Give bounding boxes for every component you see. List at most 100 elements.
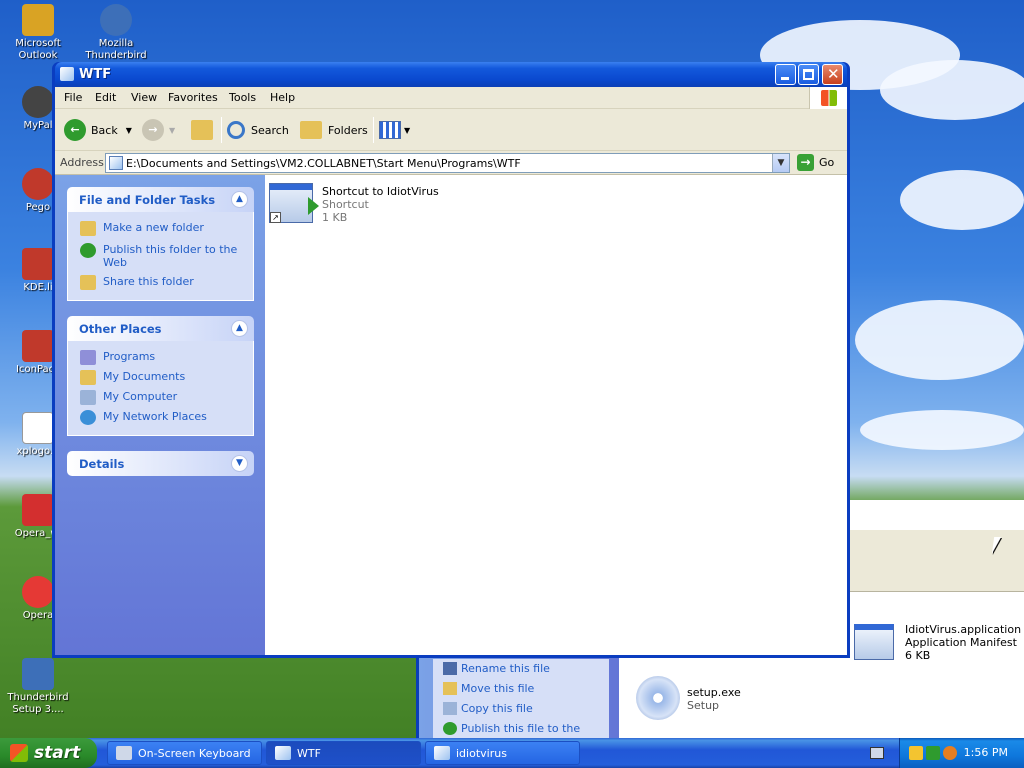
file-item-shortcut[interactable]: ↗ Shortcut to IdiotVirus Shortcut 1 KB [269, 183, 449, 229]
programs-folder-icon [80, 350, 96, 365]
iconpack-icon [22, 330, 54, 362]
collapse-chevron-icon[interactable]: ▲ [231, 191, 248, 208]
address-input[interactable]: E:\Documents and Settings\VM2.COLLABNET\… [105, 153, 790, 173]
other-places-panel: Other Places ▲ Programs My Documents My … [67, 316, 254, 436]
explorer-window[interactable]: WTF ✕ File Edit View Favorites Tools Hel… [52, 62, 850, 658]
taskbar-button-wtf[interactable]: WTF [266, 741, 421, 765]
copy-icon [443, 702, 457, 715]
address-dropdown-button[interactable]: ▼ [772, 154, 789, 172]
desktop-icon-label: KDE.li [23, 282, 53, 293]
rename-icon [443, 662, 457, 675]
desktop-icon-label: Opera [22, 610, 54, 621]
file-name: Shortcut to IdiotVirus [322, 185, 439, 198]
task-make-new-folder[interactable]: Make a new folder [80, 219, 245, 239]
panel-body: Programs My Documents My Computer My Net… [67, 341, 254, 436]
image-file-icon [22, 412, 54, 444]
menu-help[interactable]: Help [270, 91, 295, 104]
opera-installer-icon [22, 494, 54, 526]
file-list[interactable]: ↗ Shortcut to IdiotVirus Shortcut 1 KB [265, 175, 847, 655]
network-places-icon [80, 410, 96, 425]
close-button[interactable]: ✕ [822, 64, 843, 85]
place-my-network-places[interactable]: My Network Places [80, 408, 245, 428]
desktop-icon-thunderbird[interactable]: Mozilla Thunderbird [78, 4, 154, 60]
windows-flag-icon [10, 744, 28, 762]
panel-title: Details [79, 457, 125, 471]
panel-title: File and Folder Tasks [79, 193, 216, 207]
menu-favorites[interactable]: Favorites [168, 91, 218, 104]
new-folder-icon [80, 221, 96, 236]
minimize-button[interactable] [775, 64, 796, 85]
panel-header[interactable]: Other Places ▲ [67, 316, 254, 341]
collapse-chevron-icon[interactable]: ▲ [231, 320, 248, 337]
forward-button[interactable]: → ▼ [142, 118, 175, 142]
opera-icon [22, 576, 54, 608]
views-button[interactable]: ▼ [379, 118, 410, 142]
windows-logo [809, 87, 847, 109]
shortcut-file-icon: ↗ [269, 183, 319, 223]
details-panel: Details ▼ [67, 451, 254, 476]
task-copy-file[interactable]: Copy this file [433, 699, 609, 719]
menu-edit[interactable]: Edit [95, 91, 116, 104]
maximize-button[interactable] [798, 64, 819, 85]
security-shield-icon[interactable] [909, 746, 923, 760]
menu-view[interactable]: View [131, 91, 157, 104]
task-publish-folder[interactable]: Publish this folder to the Web [80, 241, 245, 269]
my-documents-icon [80, 370, 96, 385]
expand-chevron-icon[interactable]: ▼ [231, 455, 248, 472]
place-my-computer[interactable]: My Computer [80, 388, 245, 408]
window-body: File and Folder Tasks ▲ Make a new folde… [55, 175, 847, 655]
task-rename-file[interactable]: Rename this file [433, 659, 609, 679]
desktop-icon-label: Pego [25, 202, 51, 213]
window-title: WTF [79, 67, 112, 82]
folder-window-icon [275, 746, 291, 760]
panel-header[interactable]: Details ▼ [67, 451, 254, 476]
title-bar[interactable]: WTF ✕ [55, 62, 847, 87]
place-my-documents[interactable]: My Documents [80, 368, 245, 388]
setup-icon [22, 658, 54, 690]
keyboard-tray-icon[interactable] [870, 747, 884, 759]
folders-button[interactable]: Folders [300, 118, 368, 142]
chevron-down-icon: ▼ [404, 125, 411, 135]
go-button[interactable]: → Go [797, 154, 834, 171]
background-window-task-pane: Rename this file Move this file Copy thi… [419, 655, 619, 751]
chevron-down-icon: ▼ [169, 125, 176, 135]
up-folder-icon [191, 120, 213, 140]
cloud [880, 60, 1024, 120]
network-icon[interactable] [926, 746, 940, 760]
system-tray: 1:56 PM [899, 738, 1024, 768]
taskbar-button-idiotvirus[interactable]: idiotvirus [425, 741, 580, 765]
kde-icon [22, 248, 54, 280]
folder-address-icon [109, 156, 123, 170]
menu-file[interactable]: File [64, 91, 82, 104]
menu-tools[interactable]: Tools [229, 91, 256, 104]
globe-icon [80, 243, 96, 258]
start-button[interactable]: start [0, 738, 97, 768]
panel-title: Other Places [79, 322, 162, 336]
file-type: Shortcut [322, 198, 369, 211]
panel-header[interactable]: File and Folder Tasks ▲ [67, 187, 254, 212]
back-button[interactable]: ← Back ▼ [64, 118, 132, 142]
menu-bar: File Edit View Favorites Tools Help [55, 87, 847, 109]
desktop-icon-label: Thunderbird Setup 3.... [7, 692, 69, 715]
taskbar-button-on-screen-keyboard[interactable]: On-Screen Keyboard [107, 741, 262, 765]
file-item-setup-exe[interactable]: setup.exe Setup [634, 674, 784, 722]
task-publish-file[interactable]: Publish this file to the Web [433, 719, 609, 751]
cloud [855, 300, 1024, 380]
back-arrow-icon: ← [64, 119, 86, 141]
close-icon: ✕ [827, 65, 840, 83]
desktop-icon-thunderbird-setup[interactable]: Thunderbird Setup 3.... [0, 658, 76, 716]
task-move-file[interactable]: Move this file [433, 679, 609, 699]
mypal-icon [22, 86, 54, 118]
file-item-idiotvirus-application[interactable]: IdiotVirus.application Application Manif… [852, 622, 1022, 662]
task-share-folder[interactable]: Share this folder [80, 273, 245, 293]
desktop-icon-outlook[interactable]: Microsoft Outlook [0, 4, 76, 62]
address-bar: Address E:\Documents and Settings\VM2.CO… [55, 151, 847, 175]
maximize-icon [803, 69, 814, 80]
search-icon[interactable] [943, 746, 957, 760]
keyboard-icon [116, 746, 132, 760]
search-button[interactable]: Search [227, 118, 289, 142]
panel-body: Make a new folder Publish this folder to… [67, 212, 254, 301]
up-button[interactable] [191, 118, 213, 142]
place-programs[interactable]: Programs [80, 348, 245, 368]
minimize-icon [781, 77, 789, 80]
